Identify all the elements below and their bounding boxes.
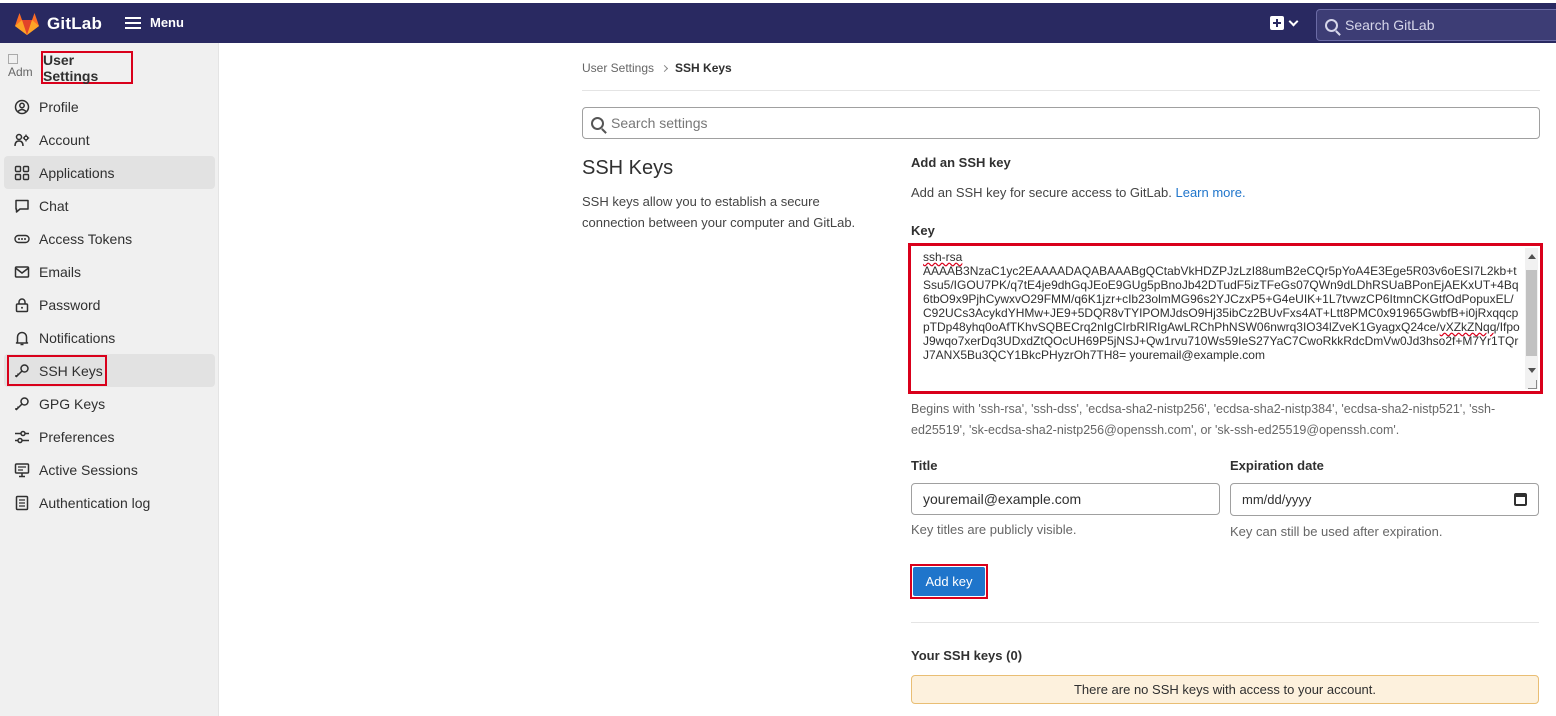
key-icon	[14, 363, 30, 379]
scroll-down-arrow-icon[interactable]	[1528, 368, 1536, 373]
textarea-scrollbar[interactable]	[1525, 248, 1538, 389]
avatar-alt-text: Adm	[8, 65, 33, 79]
sidebar-item-label: Access Tokens	[39, 230, 133, 247]
global-search-input[interactable]: Search GitLab	[1316, 9, 1556, 41]
sidebar-item-label: Notifications	[39, 329, 116, 346]
account-icon	[14, 132, 30, 148]
chevron-down-icon	[1288, 16, 1299, 26]
sidebar-item-gpg-keys[interactable]: GPG Keys	[0, 387, 219, 420]
sidebar-item-applications[interactable]: Applications	[4, 156, 215, 189]
breadcrumb-parent-link[interactable]: User Settings	[582, 61, 654, 75]
sidebar-item-label: Password	[39, 296, 101, 313]
sidebar-header: Adm	[8, 54, 36, 84]
divider	[582, 90, 1540, 91]
avatar[interactable]: Adm	[8, 54, 36, 84]
key-textarea-content[interactable]: ssh-rsa AAAAB3NzaC1yc2EAAAADAQABAAABgQCta…	[923, 250, 1521, 390]
key-textarea[interactable]: ssh-rsa AAAAB3NzaC1yc2EAAAADAQABAAABgQCta…	[908, 243, 1543, 394]
title-help-text: Key titles are publicly visible.	[911, 522, 1077, 537]
access-tokens-icon	[14, 231, 30, 247]
search-icon	[591, 116, 604, 130]
sidebar-item-label: Chat	[39, 197, 69, 214]
sidebar-item-emails[interactable]: Emails	[0, 255, 219, 288]
sidebar-nav: Profile Account Applications Chat Access…	[0, 90, 219, 519]
new-item-dropdown[interactable]	[1270, 16, 1299, 30]
settings-sidebar: Adm User Settings Profile Account Applic…	[0, 43, 219, 716]
gitlab-logo-icon[interactable]	[14, 12, 40, 36]
empty-keys-alert: There are no SSH keys with access to you…	[911, 675, 1539, 704]
title-input[interactable]: youremail@example.com	[911, 483, 1220, 515]
form-intro-text: Add an SSH key for secure access to GitL…	[911, 185, 1172, 200]
section-description: SSH keys allow you to establish a secure…	[582, 194, 856, 230]
sidebar-item-active-sessions[interactable]: Active Sessions	[0, 453, 219, 486]
sidebar-item-account[interactable]: Account	[0, 123, 219, 156]
breadcrumb-current[interactable]: SSH Keys	[675, 61, 732, 75]
divider	[911, 622, 1539, 623]
key-prefix-text: ssh-rsa	[923, 250, 963, 264]
sidebar-item-notifications[interactable]: Notifications	[0, 321, 219, 354]
form-heading: Add an SSH key	[911, 155, 1011, 170]
settings-search-input[interactable]: Search settings	[582, 107, 1540, 139]
search-icon	[1325, 18, 1338, 32]
sidebar-item-chat[interactable]: Chat	[0, 189, 219, 222]
lock-icon	[14, 297, 30, 313]
key-body-text: AAAAB3NzaC1yc2EAAAADAQABAAABgQCtabVkHDZP…	[923, 264, 1519, 334]
sidebar-item-authentication-log[interactable]: Authentication log	[0, 486, 219, 519]
profile-icon	[14, 99, 30, 115]
title-input-value: youremail@example.com	[923, 491, 1082, 507]
calendar-icon[interactable]	[1514, 493, 1527, 506]
key-misspelled-text: vXZkZNqq	[1439, 320, 1497, 334]
sidebar-title[interactable]: User Settings	[41, 51, 133, 84]
applications-icon	[14, 165, 30, 181]
email-icon	[14, 264, 30, 280]
sidebar-item-label: Emails	[39, 263, 82, 280]
broken-image-icon	[8, 54, 18, 64]
sidebar-item-label: Profile	[39, 98, 79, 115]
sidebar-item-profile[interactable]: Profile	[0, 90, 219, 123]
page-title: SSH Keys	[582, 157, 674, 179]
preferences-icon	[14, 429, 30, 445]
key-label: Key	[911, 223, 935, 238]
settings-search-placeholder: Search settings	[611, 115, 708, 131]
sidebar-item-label: GPG Keys	[39, 395, 106, 412]
chat-icon	[14, 198, 30, 214]
sidebar-item-ssh-keys[interactable]: SSH Keys	[4, 354, 215, 387]
expiration-label: Expiration date	[1230, 458, 1324, 473]
expiration-date-input[interactable]: mm/dd/yyyy	[1230, 483, 1539, 516]
highlight-box: Add key	[910, 564, 988, 599]
plus-square-icon	[1270, 16, 1284, 30]
sidebar-item-label: Active Sessions	[39, 461, 138, 478]
form-intro: Add an SSH key for secure access to GitL…	[911, 185, 1246, 200]
sidebar-item-label: Preferences	[39, 428, 115, 445]
menu-button[interactable]: Menu	[125, 15, 184, 30]
menu-label: Menu	[150, 15, 184, 30]
scrollbar-thumb[interactable]	[1526, 270, 1537, 356]
monitor-icon	[14, 462, 30, 478]
resize-handle-icon[interactable]	[1528, 380, 1537, 389]
sidebar-item-password[interactable]: Password	[0, 288, 219, 321]
top-navbar: GitLab Menu Search GitLab	[0, 0, 1556, 43]
ssh-keys-list-heading: Your SSH keys (0)	[911, 648, 1023, 663]
sidebar-item-label: Applications	[39, 164, 115, 181]
sidebar-item-preferences[interactable]: Preferences	[0, 420, 219, 453]
sidebar-item-access-tokens[interactable]: Access Tokens	[0, 222, 219, 255]
key-help-text: Begins with 'ssh-rsa', 'ssh-dss', 'ecdsa…	[911, 402, 1496, 437]
hamburger-icon	[125, 16, 141, 29]
bell-icon	[14, 330, 30, 346]
sidebar-item-label: Authentication log	[39, 494, 151, 511]
scroll-up-arrow-icon[interactable]	[1528, 254, 1536, 259]
expiration-help-text: Key can still be used after expiration.	[1230, 524, 1443, 539]
expiration-placeholder: mm/dd/yyyy	[1242, 492, 1312, 507]
learn-more-link[interactable]: Learn more.	[1175, 185, 1245, 200]
global-search-placeholder: Search GitLab	[1345, 17, 1435, 33]
title-label: Title	[911, 458, 938, 473]
brand-name[interactable]: GitLab	[47, 14, 102, 34]
sidebar-item-label: Account	[39, 131, 90, 148]
add-key-button[interactable]: Add key	[913, 567, 985, 596]
sidebar-item-label: SSH Keys	[39, 362, 103, 379]
breadcrumb: User Settings SSH Keys	[582, 61, 732, 75]
chevron-right-icon	[660, 64, 669, 72]
log-icon	[14, 495, 30, 511]
key-icon	[14, 396, 30, 412]
